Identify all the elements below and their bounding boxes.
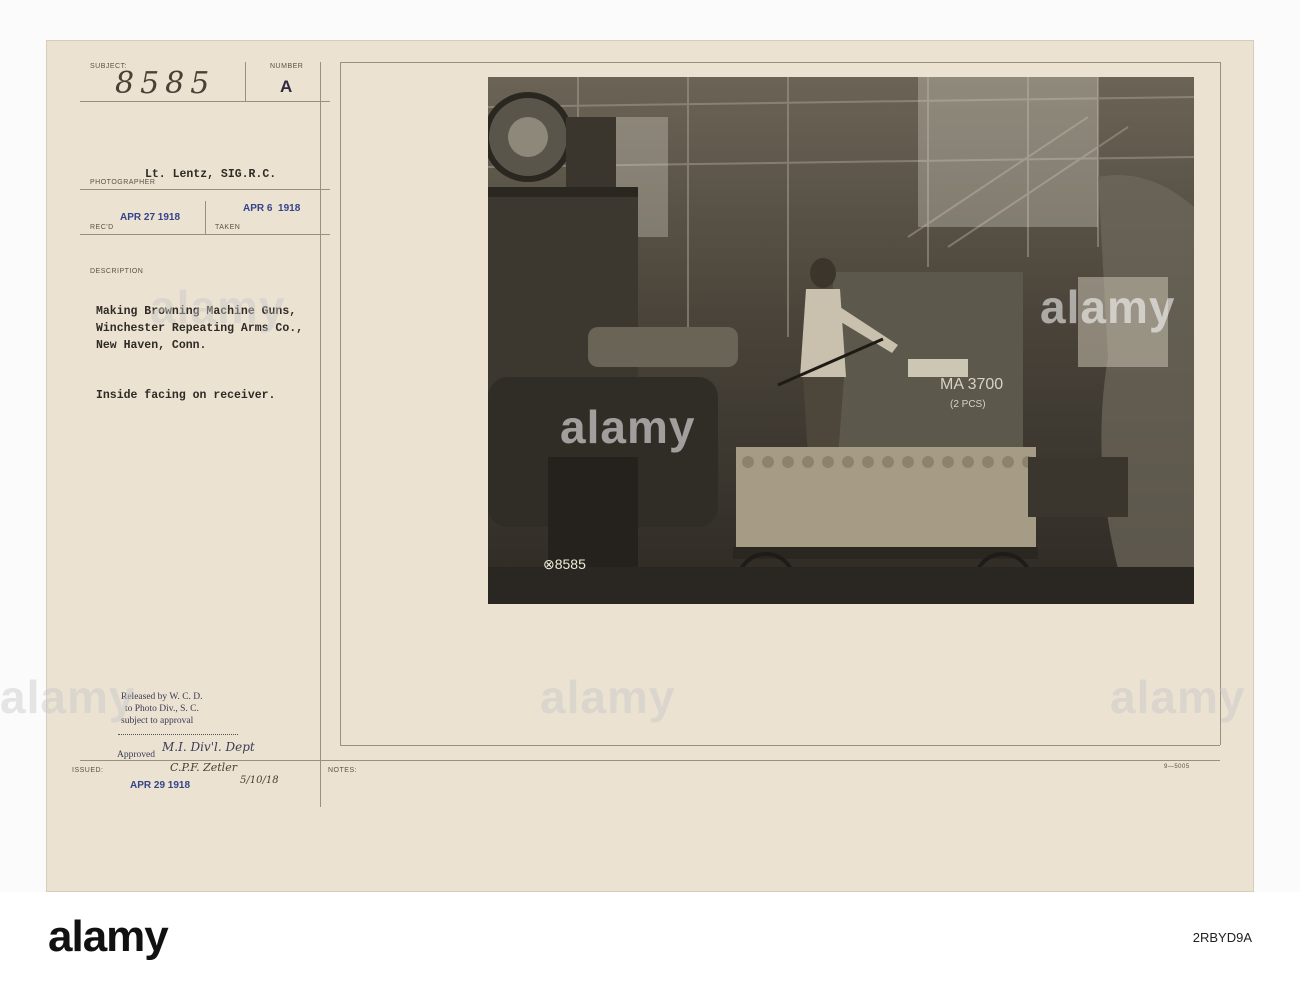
issued-label: ISSUED: (72, 767, 104, 774)
description-caption: Inside facing on receiver. (96, 389, 276, 402)
print-frame-top (340, 62, 1220, 63)
print-frame-right (1220, 62, 1221, 745)
subject-number: 8585 (115, 66, 216, 101)
form-rule-issued (80, 760, 1220, 761)
footer-banner (0, 892, 1300, 981)
received-date: APR 27 1918 (120, 212, 181, 223)
approved-label: Approved (117, 750, 155, 760)
description-label: DESCRIPTION (90, 268, 144, 275)
description-line-3: New Haven, Conn. (96, 339, 207, 352)
form-divider-vertical (320, 62, 321, 807)
form-rule-subject-split (245, 62, 246, 102)
print-frame-left (340, 62, 341, 745)
approved-by: M.I. Div'l. Dept (162, 740, 255, 754)
watermark-3: alamy (1040, 281, 1176, 333)
negative-mark: ⊗8585 (543, 556, 586, 572)
issued-date: APR 29 1918 (130, 780, 191, 791)
received-label: REC'D (90, 224, 114, 231)
number-value: A (280, 77, 293, 96)
photographer-name: Lt. Lentz, SIG.R.C. (145, 168, 277, 181)
alamy-logo[interactable]: alamy (48, 912, 169, 962)
image-code: 2RBYD9A (1192, 930, 1252, 945)
release-line-2: to Photo Div., S. C. (125, 704, 199, 714)
signature-date: 5/10/18 (240, 775, 279, 786)
signature: C.P.F. Zetler (170, 761, 237, 774)
factory-photograph: MA 3700 (2 PCS) ⊗8585 (488, 77, 1194, 604)
watermark-4: alamy (0, 671, 136, 723)
number-label: NUMBER (270, 63, 304, 70)
form-rule-photographer (80, 189, 330, 190)
form-rule-subject (80, 101, 330, 102)
crate-number: MA 3700 (940, 376, 1003, 393)
taken-date: APR 6 1918 (243, 203, 301, 214)
crate-sub: (2 PCS) (950, 399, 986, 410)
taken-label: TAKEN (215, 224, 241, 231)
photo-scene: MA 3700 (2 PCS) ⊗8585 (488, 77, 1194, 604)
print-frame-bottom (340, 745, 1220, 746)
form-code: 9—5005 (1164, 764, 1190, 770)
watermark-5: alamy (540, 671, 676, 723)
form-rule-dates-split (205, 201, 206, 234)
watermark-2: alamy (560, 401, 696, 453)
form-rule-dates (80, 234, 330, 235)
approved-dotted-line (118, 734, 238, 735)
notes-label: NOTES: (328, 767, 358, 774)
watermark-6: alamy (1110, 671, 1246, 723)
watermark-1: alamy (150, 281, 286, 333)
